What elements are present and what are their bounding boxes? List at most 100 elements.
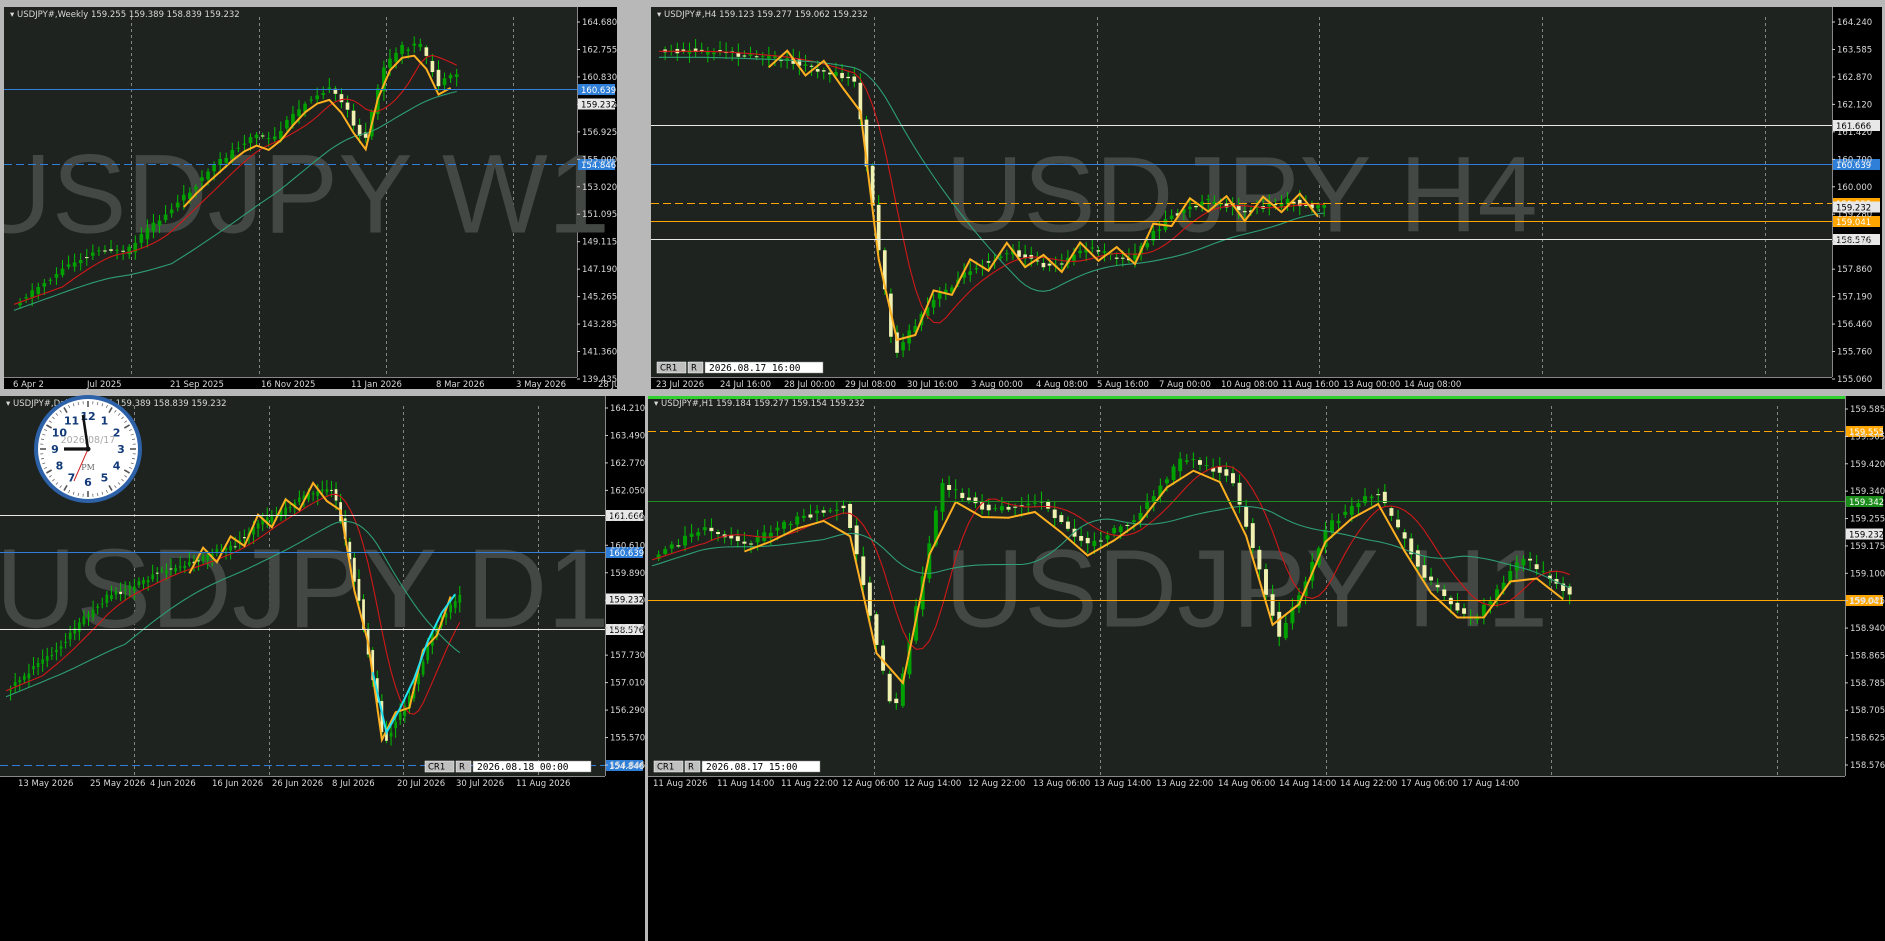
candle-body xyxy=(1125,524,1130,526)
candle-body xyxy=(801,515,806,518)
y-tick-label: 158.865 xyxy=(1850,651,1885,661)
y-tick-label: 154.846 xyxy=(610,761,645,771)
candle-body xyxy=(689,533,694,537)
candle-body xyxy=(840,72,844,79)
candle-body xyxy=(1098,540,1103,542)
candle-body xyxy=(454,74,459,78)
candle-body xyxy=(1079,535,1084,541)
candle-body xyxy=(394,721,398,728)
candle-body xyxy=(894,698,899,704)
candle-body xyxy=(206,554,210,561)
candle-body xyxy=(115,249,119,251)
y-tick-label: 155.060 xyxy=(1837,375,1872,385)
candle-body xyxy=(436,69,441,87)
candle-body xyxy=(142,579,145,584)
active-window-indicator xyxy=(648,396,1845,399)
candle-body xyxy=(1005,253,1009,255)
candle-body xyxy=(937,293,942,299)
cursor-badge-label: R xyxy=(691,364,697,374)
candle-body xyxy=(1541,571,1546,573)
candle-body xyxy=(285,119,289,129)
y-tick-label: 159.420 xyxy=(1850,460,1885,470)
candle-body xyxy=(1442,589,1447,597)
candle-body xyxy=(735,536,740,542)
candle-body xyxy=(1102,251,1107,253)
candle-body xyxy=(1006,506,1011,510)
candle-body xyxy=(91,252,95,256)
candle-body xyxy=(242,537,246,539)
y-tick-label: 161.420 xyxy=(1837,128,1872,138)
candle-body xyxy=(270,514,274,523)
x-tick-label: 13 May 2026 xyxy=(18,779,73,789)
analog-clock-widget[interactable]: 1212345678910112026/08/17PM xyxy=(31,392,145,506)
y-tick-label: 149.115 xyxy=(582,238,617,248)
x-tick-label: 3 Aug 00:00 xyxy=(971,380,1023,389)
chart-canvas-weekly[interactable]: USDJPY W1160.639154.846164.680162.755160… xyxy=(4,7,617,389)
candle-body xyxy=(712,52,716,55)
y-tick-label: 155.760 xyxy=(1837,348,1872,358)
candle-body xyxy=(297,497,301,503)
candle-body xyxy=(389,732,393,737)
candle-body xyxy=(169,568,173,570)
candle-body xyxy=(808,514,813,518)
candle-body xyxy=(288,507,292,509)
candle-body xyxy=(788,523,793,526)
candle-body xyxy=(702,527,707,531)
symbol-watermark: USDJPY D1 xyxy=(0,526,610,651)
y-tick-label: 158.580 xyxy=(1837,238,1872,248)
y-tick-label: 160.000 xyxy=(1837,183,1872,193)
candle-body xyxy=(163,214,168,221)
symbol-watermark: USDJPY H1 xyxy=(945,527,1548,650)
y-tick-label: 141.360 xyxy=(582,348,617,358)
candle-body xyxy=(50,655,54,657)
candle-body xyxy=(1118,526,1123,532)
candle-body xyxy=(449,604,453,613)
y-tick-label: 159.255 xyxy=(1850,515,1885,525)
candle-body xyxy=(966,497,971,501)
candle-body xyxy=(357,578,361,601)
candle-body xyxy=(24,297,28,299)
cursor-badge-label: CR1 xyxy=(428,763,445,773)
candle-body xyxy=(676,545,681,547)
candle-body xyxy=(760,55,765,57)
candle-body xyxy=(30,290,35,298)
chart-window-weekly[interactable]: USDJPY W1 160.639 154.846 164.680 162.755 160… xyxy=(4,7,617,389)
chart-canvas-h4[interactable]: USDJPY H4161.666160.639159.555159.041158… xyxy=(651,7,1882,389)
candle-body xyxy=(1257,549,1262,570)
x-tick-label: 11 Aug 16:00 xyxy=(1282,380,1339,389)
candle-body xyxy=(1244,506,1249,527)
chart-window-h1[interactable]: USDJPY H1 159.555 159.342 159.041 159.585 159… xyxy=(648,396,1885,941)
candle-body xyxy=(1415,550,1420,567)
candle-body xyxy=(1330,520,1334,532)
clock-numeral: 6 xyxy=(84,476,92,489)
candle-body xyxy=(1316,205,1320,209)
candle-body xyxy=(947,484,952,490)
candle-body xyxy=(72,262,77,267)
candle-body xyxy=(821,510,826,513)
chart-symbol-header[interactable]: ▾ USDJPY#,Weekly 159.255 159.389 158.839… xyxy=(10,10,240,20)
candle-body xyxy=(782,522,787,529)
y-tick-label: 157.860 xyxy=(1837,265,1872,275)
candle-body xyxy=(320,489,324,491)
candle-body xyxy=(430,60,435,73)
candle-body xyxy=(1250,523,1255,548)
x-tick-label: 11 Jan 2026 xyxy=(351,380,402,389)
x-tick-label: 17 Aug 06:00 xyxy=(1401,779,1458,789)
candle-body xyxy=(284,507,287,516)
candle-body xyxy=(874,614,879,645)
chart-symbol-header[interactable]: ▾ USDJPY#,H4 159.123 159.277 159.062 159… xyxy=(657,10,868,20)
x-tick-label: 5 Aug 16:00 xyxy=(1097,380,1149,389)
candle-body xyxy=(1194,205,1198,208)
y-tick-label: 162.050 xyxy=(610,486,645,496)
chart-canvas-h1[interactable]: USDJPY H1159.555159.342159.041159.585159… xyxy=(648,396,1885,941)
candle-body xyxy=(321,93,326,95)
candle-body xyxy=(809,65,814,67)
chart-window-h4[interactable]: USDJPY H4161.666160.639159.555159.041158… xyxy=(651,7,1882,389)
candle-body xyxy=(1356,503,1361,508)
time-axis xyxy=(0,776,645,941)
y-tick-label: 158.940 xyxy=(1850,624,1885,634)
candle-body xyxy=(206,171,210,180)
x-tick-label: 17 Aug 14:00 xyxy=(1462,779,1519,789)
candle-body xyxy=(230,149,235,159)
chart-symbol-header[interactable]: ▾ USDJPY#,H1 159.184 159.277 159.154 159… xyxy=(654,399,865,409)
